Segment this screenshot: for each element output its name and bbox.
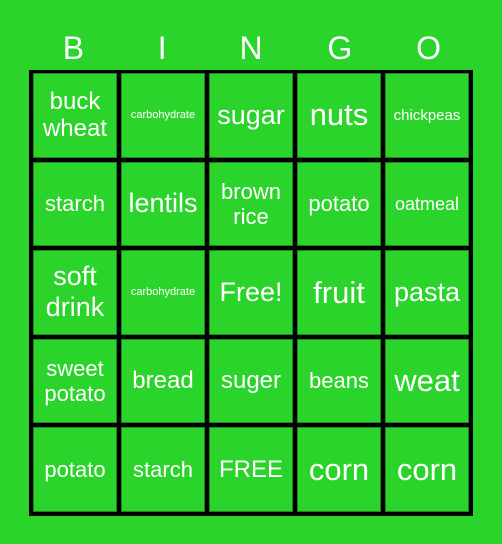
bingo-cell[interactable]: potato <box>33 427 117 512</box>
header-letter-b: B <box>62 30 85 66</box>
bingo-cell[interactable]: starch <box>33 161 117 247</box>
bingo-cell[interactable]: sweet potato <box>33 338 117 424</box>
bingo-cell[interactable]: fruit <box>297 250 381 335</box>
bingo-cell[interactable]: sugar <box>209 73 293 158</box>
bingo-cell[interactable]: weat <box>385 338 469 424</box>
bingo-cell[interactable]: oatmeal <box>385 161 469 247</box>
bingo-cell[interactable]: beans <box>297 338 381 424</box>
bingo-cell[interactable]: chickpeas <box>385 73 469 158</box>
bingo-cell[interactable]: brown rice <box>209 161 293 247</box>
bingo-cell[interactable]: nuts <box>297 73 381 158</box>
bingo-header: B I N G O <box>29 26 473 70</box>
free-space[interactable]: Free! <box>209 250 293 335</box>
bingo-cell[interactable]: buck wheat <box>33 73 117 158</box>
bingo-cell[interactable]: lentils <box>121 161 205 247</box>
bingo-grid: buck wheat carbohydrate sugar nuts chick… <box>29 70 473 516</box>
bingo-cell[interactable]: bread <box>121 338 205 424</box>
header-letter-g: G <box>327 30 353 66</box>
header-letter-o: O <box>416 30 442 66</box>
bingo-cell[interactable]: potato <box>297 161 381 247</box>
free-space[interactable]: FREE <box>209 427 293 512</box>
bingo-cell[interactable]: carbohydrate <box>121 250 205 335</box>
header-letter-i: I <box>157 30 167 66</box>
bingo-cell[interactable]: corn <box>385 427 469 512</box>
bingo-cell[interactable]: carbohydrate <box>121 73 205 158</box>
header-letter-n: N <box>239 30 263 66</box>
bingo-cell[interactable]: soft drink <box>33 250 117 335</box>
bingo-cell[interactable]: pasta <box>385 250 469 335</box>
bingo-cell[interactable]: starch <box>121 427 205 512</box>
bingo-cell[interactable]: suger <box>209 338 293 424</box>
bingo-cell[interactable]: corn <box>297 427 381 512</box>
